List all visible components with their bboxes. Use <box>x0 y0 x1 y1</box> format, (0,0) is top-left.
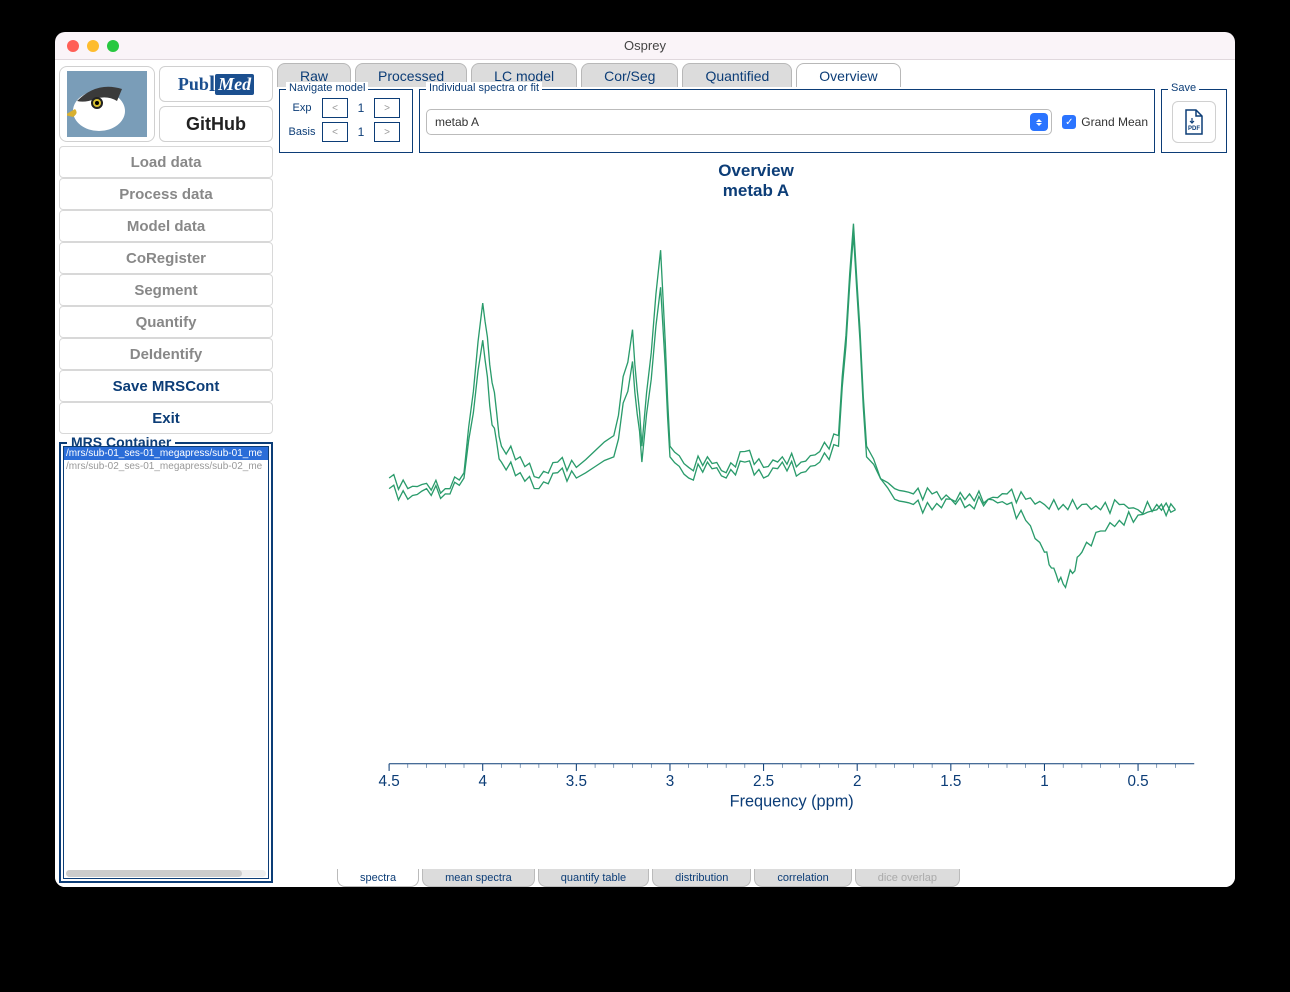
sidebar-exit-button[interactable]: Exit <box>59 402 273 434</box>
save-pdf-button[interactable]: PDF <box>1172 101 1216 143</box>
bottom-tab-correlation[interactable]: correlation <box>754 869 851 887</box>
nav-exp-value: 1 <box>352 101 370 115</box>
check-icon: ✓ <box>1062 115 1076 129</box>
sidebar-quantify-button[interactable]: Quantify <box>59 306 273 338</box>
github-link[interactable]: GitHub <box>159 106 273 142</box>
mrs-list[interactable]: /mrs/sub-01_ses-01_megapress/sub-01_me/m… <box>63 446 269 879</box>
window-title: Osprey <box>55 38 1235 53</box>
sidebar-coregister-button[interactable]: CoRegister <box>59 242 273 274</box>
bottom-tab-quantify-table[interactable]: quantify table <box>538 869 649 887</box>
grand-mean-checkbox[interactable]: ✓ Grand Mean <box>1062 115 1148 129</box>
plot-title: Overviewmetab A <box>277 161 1235 202</box>
pubmed-link[interactable]: PublMed <box>159 66 273 102</box>
save-group: Save PDF <box>1161 89 1227 153</box>
mrs-item[interactable]: /mrs/sub-02_ses-01_megapress/sub-02_me <box>64 460 268 473</box>
svg-text:4.5: 4.5 <box>378 773 399 790</box>
pubmed-med: Med <box>215 74 254 95</box>
bottom-tab-dice-overlap: dice overlap <box>855 869 960 887</box>
spectra-group: Individual spectra or fit metab A ✓ Gran… <box>419 89 1155 153</box>
pubmed-pub: Pub <box>178 74 209 95</box>
nav-basis-label: Basis <box>286 127 318 138</box>
spectrum-chart: 4.5 4 3.5 3 2.5 2 1.5 1 0.5 Frequency (ppm) <box>277 153 1235 865</box>
mrs-item[interactable]: /mrs/sub-01_ses-01_megapress/sub-01_me <box>64 447 268 460</box>
app-window: Osprey PublMed <box>55 32 1235 887</box>
nav-exp-next[interactable]: > <box>374 98 400 118</box>
svg-text:2.5: 2.5 <box>753 773 774 790</box>
plot-area: Overviewmetab A 4.5 4 3.5 3 2.5 2 1.5 1 0.5 Frequ… <box>277 153 1235 865</box>
bottom-tab-mean-spectra[interactable]: mean spectra <box>422 869 535 887</box>
svg-text:1.5: 1.5 <box>940 773 961 790</box>
nav-basis-next[interactable]: > <box>374 122 400 142</box>
mrs-container-group: MRS Container /mrs/sub-01_ses-01_megapre… <box>59 442 273 883</box>
sidebar-load-data-button[interactable]: Load data <box>59 146 273 178</box>
svg-text:0.5: 0.5 <box>1127 773 1148 790</box>
tab-cor-seg[interactable]: Cor/Seg <box>581 63 678 87</box>
tab-overview[interactable]: Overview <box>796 63 900 87</box>
sidebar-process-data-button[interactable]: Process data <box>59 178 273 210</box>
svg-text:PDF: PDF <box>1188 126 1200 132</box>
mrs-scrollbar[interactable] <box>66 870 266 877</box>
sidebar-deidentify-button[interactable]: DeIdentify <box>59 338 273 370</box>
dropdown-arrows-icon <box>1030 113 1048 131</box>
svg-text:2: 2 <box>853 773 862 790</box>
spectra-dropdown[interactable]: metab A <box>426 109 1052 135</box>
bottom-tab-distribution[interactable]: distribution <box>652 869 751 887</box>
nav-exp-label: Exp <box>286 103 318 114</box>
tab-quantified[interactable]: Quantified <box>682 63 792 87</box>
nav-basis-value: 1 <box>352 125 370 139</box>
nav-exp-prev[interactable]: < <box>322 98 348 118</box>
osprey-logo <box>59 66 155 142</box>
top-tabs: RawProcessedLC modelCor/SegQuantifiedOve… <box>277 60 1235 86</box>
pdf-icon: PDF <box>1182 108 1206 136</box>
sidebar: PublMed GitHub Load dataProcess dataMode… <box>55 60 277 887</box>
sidebar-model-data-button[interactable]: Model data <box>59 210 273 242</box>
bottom-tabs: spectramean spectraquantify tabledistrib… <box>277 865 1235 887</box>
svg-text:3: 3 <box>666 773 675 790</box>
svg-text:3.5: 3.5 <box>566 773 587 790</box>
main-panel: RawProcessedLC modelCor/SegQuantifiedOve… <box>277 60 1235 887</box>
bottom-tab-spectra[interactable]: spectra <box>337 869 419 887</box>
navigate-model-group: Navigate model Exp<1>Basis<1> <box>279 89 413 153</box>
svg-text:Frequency (ppm): Frequency (ppm) <box>730 793 854 811</box>
sidebar-save-mrscont-button[interactable]: Save MRSCont <box>59 370 273 402</box>
nav-basis-prev[interactable]: < <box>322 122 348 142</box>
svg-text:1: 1 <box>1040 773 1049 790</box>
sidebar-segment-button[interactable]: Segment <box>59 274 273 306</box>
titlebar: Osprey <box>55 32 1235 60</box>
svg-text:4: 4 <box>478 773 487 790</box>
